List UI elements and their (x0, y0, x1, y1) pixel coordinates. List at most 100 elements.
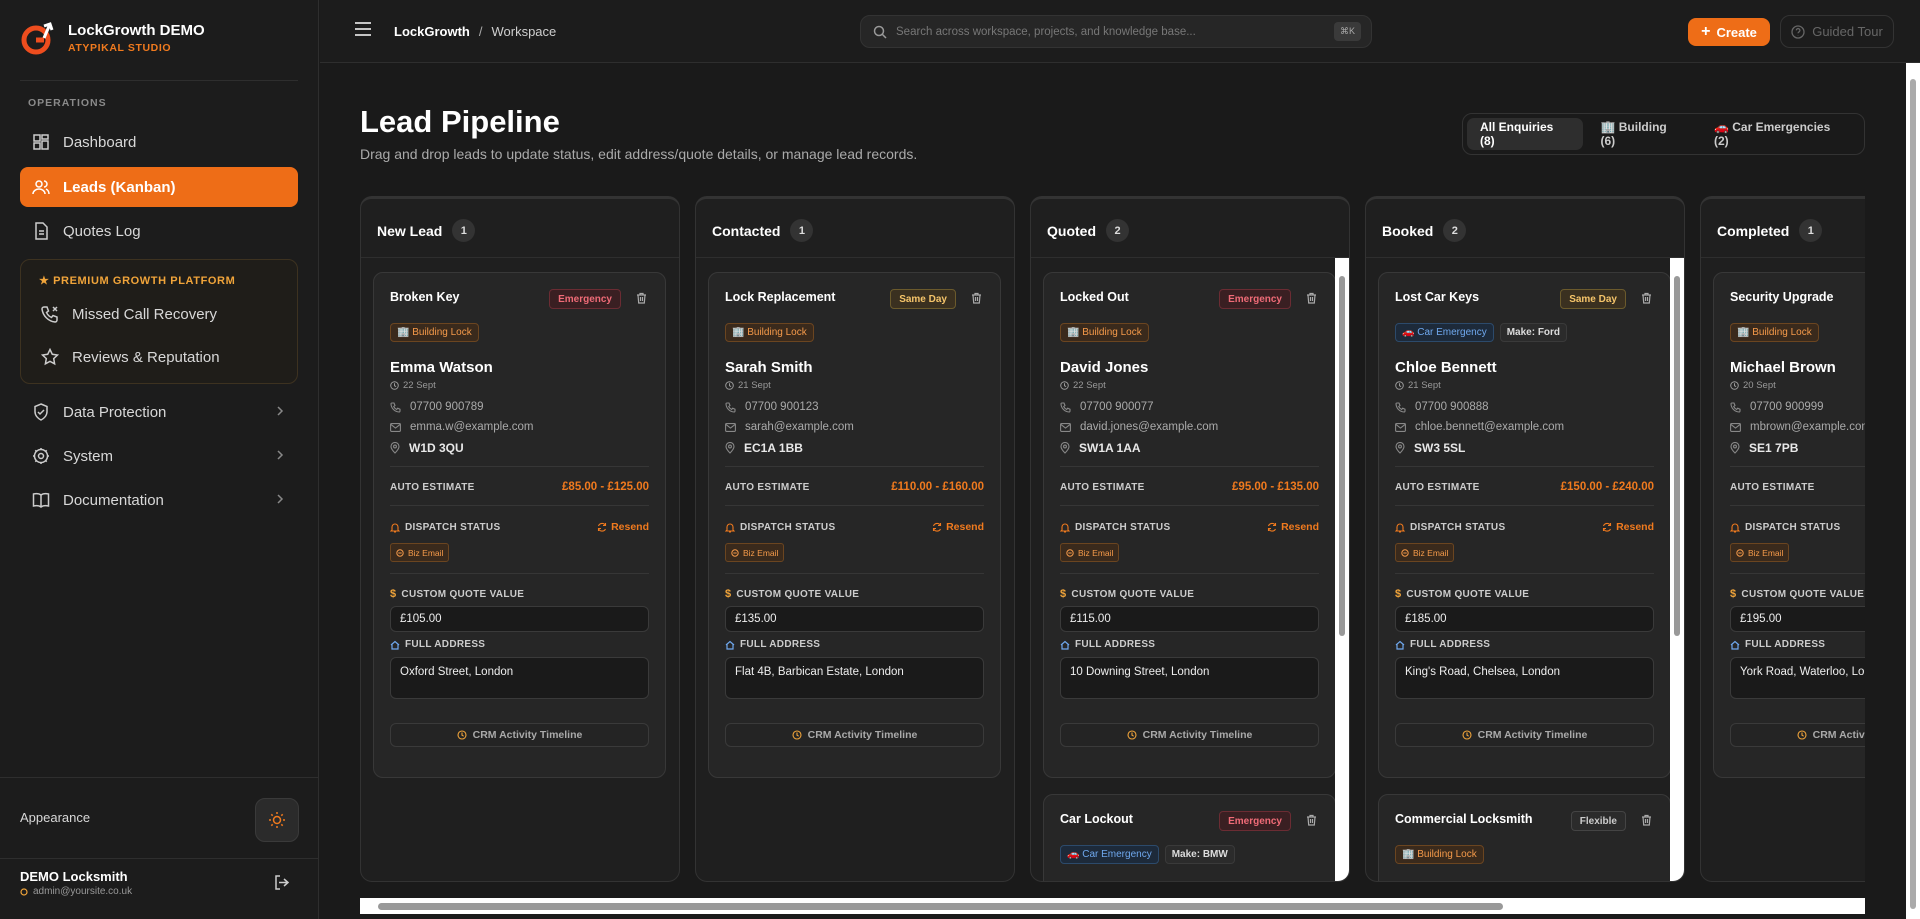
crm-timeline-button[interactable]: CRM Activity Timeline (390, 723, 649, 747)
file-icon (35, 222, 48, 240)
tag-list: 🏢 Building Lock (725, 323, 814, 342)
search-bar[interactable]: ⌘K (860, 15, 1372, 48)
at-icon (396, 548, 404, 557)
divider (390, 466, 649, 467)
brand-subtitle: ATYPIKAL STUDIO (68, 42, 172, 54)
email-address-row: emma.w@example.com (390, 421, 534, 433)
scrollbar-thumb[interactable] (378, 903, 1503, 910)
phone-number: 07700 900999 (1750, 401, 1824, 413)
email-address-row: chloe.bennett@example.com (1395, 421, 1564, 433)
full-address-input[interactable]: Flat 4B, Barbican Estate, London (725, 657, 984, 699)
scrollbar-thumb[interactable] (1674, 276, 1680, 636)
custom-quote-input[interactable] (390, 606, 649, 632)
trash-icon[interactable] (971, 292, 982, 304)
trash-icon[interactable] (1641, 292, 1652, 304)
date-text: 21 Sept (1408, 380, 1441, 391)
lead-card[interactable]: Locked Out Emergency 🏢 Building Lock David … (1043, 272, 1336, 778)
scrollbar-thumb[interactable] (1910, 79, 1916, 909)
filter-all[interactable]: All Enquiries (8) (1467, 118, 1584, 150)
custom-quote-input[interactable] (1395, 606, 1654, 632)
horizontal-scrollbar[interactable] (360, 898, 1865, 914)
at-icon (1066, 548, 1074, 557)
star-icon: ★ (39, 275, 50, 287)
brand[interactable]: LockGrowth DEMO ATYPIKAL STUDIO (20, 20, 205, 56)
full-address-text: FULL ADDRESS (1075, 639, 1156, 650)
trash-icon[interactable] (1306, 292, 1317, 304)
lead-card[interactable]: Commercial Locksmith Flexible 🏢 Building L… (1378, 794, 1671, 881)
home-icon (1730, 640, 1740, 650)
full-address-input[interactable]: York Road, Waterloo, London (1730, 657, 1865, 699)
email-address-row: mbrown@example.com (1730, 421, 1865, 433)
filter-building[interactable]: 🏢 Building (6) (1587, 118, 1696, 150)
customer-name: Sarah Smith (725, 359, 813, 376)
scrollbar-thumb[interactable] (1339, 276, 1345, 636)
at-icon (1401, 548, 1409, 557)
category-tag: 🚗 Car Emergency (1060, 845, 1159, 864)
divider (0, 858, 318, 859)
crm-label: CRM Activity Timeline (472, 729, 583, 741)
search-input[interactable] (896, 25, 1316, 38)
custom-quote-text: CUSTOM QUOTE VALUE (736, 588, 860, 600)
lead-card[interactable]: Lock Replacement Same Day 🏢 Building Lock S… (708, 272, 1001, 778)
nav-documentation[interactable]: Documentation (20, 480, 298, 520)
column-scrollbar[interactable] (1335, 258, 1349, 881)
column-scrollbar[interactable] (1670, 258, 1684, 881)
logout-icon[interactable] (274, 874, 291, 891)
crm-timeline-button[interactable]: CRM Activity Timeline (1060, 723, 1319, 747)
lead-card[interactable]: Lost Car Keys Same Day 🚗 Car Emergency Make… (1378, 272, 1671, 778)
column-count-badge: 2 (1443, 219, 1467, 242)
crm-timeline-button[interactable]: CRM Activity Timeline (725, 723, 984, 747)
phone-number: 07700 900077 (1080, 401, 1154, 413)
home-icon (390, 640, 400, 650)
nav-missed-call-recovery[interactable]: Missed Call Recovery (21, 294, 297, 334)
full-address-input[interactable]: 10 Downing Street, London (1060, 657, 1319, 699)
nav-system[interactable]: System (20, 436, 298, 476)
phone-icon (725, 401, 736, 413)
card-title: Commercial Locksmith (1395, 812, 1533, 826)
crm-timeline-button[interactable]: CRM Activity Timeline (1730, 723, 1865, 747)
lead-card[interactable]: Broken Key Emergency 🏢 Building Lock Emma W… (373, 272, 666, 778)
search-icon (873, 25, 887, 39)
resend-button[interactable]: Resend (1267, 521, 1319, 533)
date-stamp: 21 Sept (725, 380, 771, 391)
custom-quote-input[interactable] (725, 606, 984, 632)
filter-car[interactable]: 🚗 Car Emergencies (2) (1701, 118, 1860, 150)
create-button[interactable]: + Create (1688, 18, 1770, 46)
biz-email-text: Biz Email (408, 547, 444, 558)
page-scrollbar[interactable] (1906, 63, 1920, 919)
divider (725, 466, 984, 467)
nav-reviews[interactable]: Reviews & Reputation (21, 337, 297, 377)
nav-quotes-log[interactable]: Quotes Log (20, 211, 298, 251)
dispatch-status-text: DISPATCH STATUS (405, 522, 501, 533)
breadcrumb-root[interactable]: LockGrowth (394, 24, 470, 39)
menu-icon[interactable] (355, 22, 371, 36)
phone-missed-icon (41, 306, 58, 323)
dispatch-status-text: DISPATCH STATUS (1410, 522, 1506, 533)
custom-quote-label: $ CUSTOM QUOTE VALUE (390, 588, 524, 600)
column-title: Completed (1717, 222, 1790, 239)
lead-card[interactable]: Security Upgrade 🏢 Building Lock Michael B… (1713, 272, 1865, 778)
lead-card[interactable]: Car Lockout Emergency 🚗 Car Emergency Make:… (1043, 794, 1336, 881)
full-address-input[interactable]: King's Road, Chelsea, London (1395, 657, 1654, 699)
priority-badge: Emergency (1219, 289, 1291, 309)
resend-button[interactable]: Resend (597, 521, 649, 533)
trash-icon[interactable] (636, 292, 647, 304)
column-title: Booked (1382, 222, 1434, 239)
trash-icon[interactable] (1641, 814, 1652, 826)
phone-icon (1395, 401, 1406, 413)
nav-data-protection[interactable]: Data Protection (20, 392, 298, 432)
custom-quote-input[interactable] (1060, 606, 1319, 632)
guided-tour-button[interactable]: Guided Tour (1780, 15, 1894, 48)
crm-timeline-button[interactable]: CRM Activity Timeline (1395, 723, 1654, 747)
resend-button[interactable]: Resend (932, 521, 984, 533)
custom-quote-input[interactable] (1730, 606, 1865, 632)
resend-button[interactable]: Resend (1602, 521, 1654, 533)
nav-dashboard[interactable]: Dashboard (20, 122, 298, 162)
theme-toggle-button[interactable] (255, 798, 299, 842)
nav-leads[interactable]: Leads (Kanban) (20, 167, 298, 207)
divider (1395, 573, 1654, 574)
custom-quote-text: CUSTOM QUOTE VALUE (1406, 588, 1530, 600)
trash-icon[interactable] (1306, 814, 1317, 826)
full-address-input[interactable]: Oxford Street, London (390, 657, 649, 699)
biz-email-badge: Biz Email (725, 543, 785, 562)
